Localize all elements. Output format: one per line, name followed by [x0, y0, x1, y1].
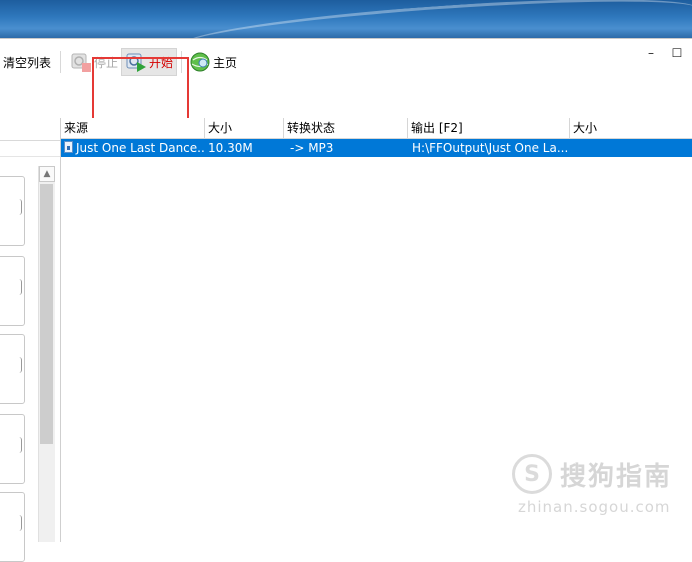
- home-button[interactable]: 主页: [186, 49, 240, 75]
- format-card[interactable]: [0, 492, 25, 562]
- scroll-up-arrow-icon[interactable]: ▲: [39, 166, 55, 182]
- left-panel-header: [0, 118, 60, 141]
- format-card[interactable]: [0, 176, 25, 246]
- format-card[interactable]: [0, 414, 25, 484]
- left-panel: ▲: [0, 118, 61, 562]
- row-size: 10.30M: [208, 141, 253, 155]
- globe-icon: [190, 52, 210, 72]
- toolbar: 清空列表 停止 开始 主页: [0, 46, 692, 78]
- column-header-status[interactable]: 转换状态: [284, 118, 408, 138]
- card-glyph: [17, 199, 22, 215]
- row-source: Just One Last Dance...: [76, 141, 205, 155]
- stop-icon: [71, 53, 92, 72]
- toolbar-separator: [60, 51, 62, 73]
- desktop-wave: [179, 0, 692, 38]
- row-output: H:\FFOutput\Just One La...: [412, 141, 569, 155]
- card-glyph: [17, 279, 22, 295]
- watermark-url: zhinan.sogou.com: [518, 498, 671, 516]
- column-header-output-size[interactable]: 大小: [570, 118, 692, 138]
- sogou-watermark: S 搜狗指南 zhinan.sogou.com: [512, 448, 682, 528]
- left-panel-scrollbar[interactable]: ▲: [38, 166, 55, 542]
- stop-label: 停止: [94, 55, 119, 70]
- card-glyph: [17, 357, 22, 373]
- list-header: 来源 大小 转换状态 输出 [F2] 大小: [61, 118, 692, 139]
- row-status: -> MP3: [290, 141, 334, 155]
- clear-list-button[interactable]: 清空列表: [0, 49, 54, 75]
- row-source-cell: Just One Last Dance...: [61, 139, 205, 157]
- desktop-background: [0, 0, 692, 38]
- format-card[interactable]: [0, 334, 25, 404]
- start-label: 开始: [149, 55, 174, 70]
- card-glyph: [17, 437, 22, 453]
- table-row[interactable]: Just One Last Dance... 10.30M -> MP3 H:\…: [61, 139, 692, 157]
- column-header-source[interactable]: 来源: [61, 118, 205, 138]
- column-header-output[interactable]: 输出 [F2]: [408, 118, 570, 138]
- clear-list-label: 清空列表: [3, 55, 52, 70]
- start-button[interactable]: 开始: [121, 48, 178, 76]
- home-label: 主页: [213, 55, 238, 70]
- row-output-size: [570, 139, 692, 157]
- sogou-logo-icon: S: [512, 454, 552, 494]
- start-icon: [126, 53, 147, 72]
- watermark-title: 搜狗指南: [560, 462, 673, 492]
- scroll-thumb[interactable]: [40, 184, 53, 444]
- format-card[interactable]: [0, 256, 25, 326]
- audio-file-icon: [64, 141, 73, 153]
- column-header-size[interactable]: 大小: [205, 118, 284, 138]
- left-panel-filter: [0, 142, 60, 157]
- card-glyph: [17, 515, 22, 531]
- stop-button[interactable]: 停止: [67, 49, 121, 75]
- toolbar-separator: [181, 51, 183, 73]
